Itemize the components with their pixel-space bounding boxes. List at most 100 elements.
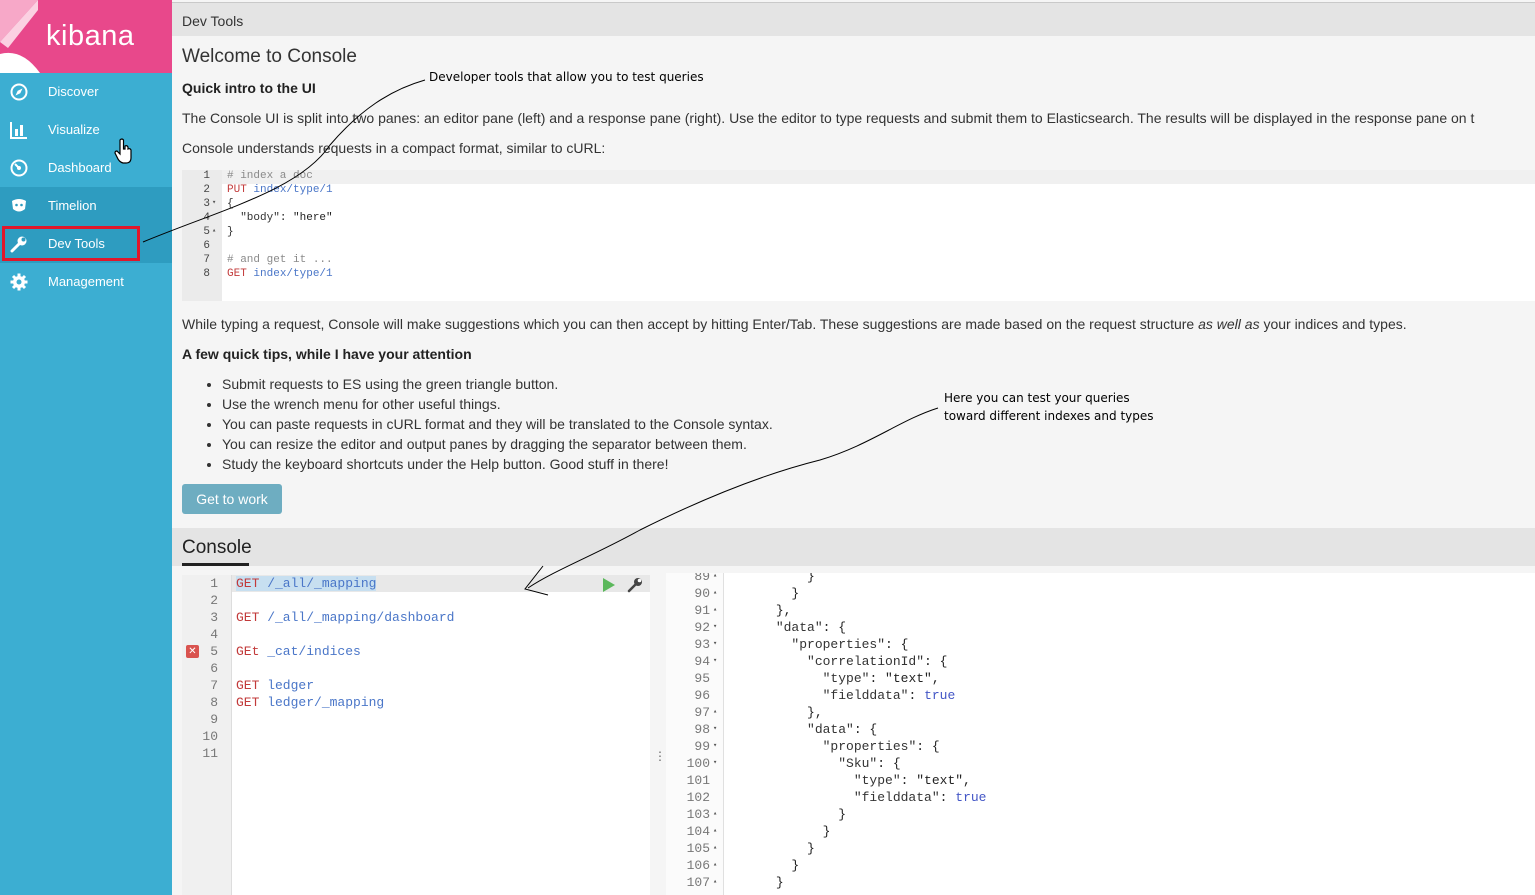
fold-marker[interactable]: ▴: [713, 704, 717, 721]
code-text-span: {: [227, 198, 234, 210]
json-value: }: [807, 573, 815, 584]
json-value: :: [908, 688, 925, 703]
fold-marker[interactable]: ▾: [713, 636, 717, 653]
sidebar-item-visualize[interactable]: Visualize: [0, 111, 172, 149]
sidebar-item-label: Visualize: [48, 122, 100, 137]
sidebar: kibana Discover Visualize Dashboard Time…: [0, 0, 172, 895]
response-line: 89 ▴ }: [666, 573, 1535, 585]
response-line: 94 ▾ "correlationId": {: [666, 653, 1535, 670]
fold-marker[interactable]: ▴: [713, 602, 717, 619]
fold-marker[interactable]: ▴: [713, 806, 717, 823]
app-header: Dev Tools: [172, 3, 1535, 36]
fold-marker[interactable]: ▴: [713, 573, 717, 585]
code-text: # and get it ...: [227, 254, 333, 266]
sidebar-item-dashboard[interactable]: Dashboard: [0, 149, 172, 187]
response-pane[interactable]: 89 ▴ } 90 ▴ } 91 ▴ }, 92 ▾ "data": {93 ▾ "proper…: [666, 573, 1535, 895]
fold-marker[interactable]: ▾: [713, 653, 717, 670]
code-text: # index a doc: [227, 170, 313, 182]
code-text: "fielddata": true: [729, 687, 956, 704]
line-number: 99: [694, 739, 710, 754]
json-key: "data": [807, 722, 854, 737]
response-line: 102 "fielddata": true: [666, 789, 1535, 806]
line-number: 5: [203, 226, 210, 238]
editor-line[interactable]: 7 GET ledger: [182, 677, 650, 694]
list-item: Submit requests to ES using the green tr…: [222, 375, 773, 395]
fold-marker[interactable]: ▾: [713, 755, 717, 772]
page-title: Dev Tools: [182, 13, 244, 29]
editor-line[interactable]: 11: [182, 745, 650, 762]
fold-marker[interactable]: ▴: [713, 874, 717, 891]
line-number: 95: [694, 671, 710, 686]
line-number: 90: [694, 586, 710, 601]
editor-line[interactable]: 6: [182, 660, 650, 677]
sidebar-item-timelion[interactable]: Timelion: [0, 187, 172, 225]
fold-marker[interactable]: ▴: [713, 857, 717, 874]
editor-line[interactable]: 10: [182, 728, 650, 745]
editor-line[interactable]: 4: [182, 626, 650, 643]
editor-line[interactable]: 8 GET ledger/_mapping: [182, 694, 650, 711]
response-line: 107 ▴ }: [666, 874, 1535, 891]
line-number: 102: [686, 790, 710, 805]
intro-heading: Quick intro to the UI: [182, 80, 316, 96]
json-key: "fielddata": [853, 790, 940, 805]
http-method: GET: [227, 268, 247, 280]
line-number: 9: [210, 712, 218, 727]
json-value: :: [939, 790, 956, 805]
list-item: You can resize the editor and output pan…: [222, 435, 773, 455]
code-text: GET ledger: [236, 677, 314, 694]
pane-resize-handle[interactable]: ⋮: [654, 750, 666, 762]
line-number: 103: [686, 807, 710, 822]
request-path: /_all/_mapping: [259, 576, 377, 591]
code-text: "data": {: [729, 721, 877, 738]
editor-line[interactable]: 2: [182, 592, 650, 609]
fold-marker[interactable]: ▾: [713, 738, 717, 755]
editor-line[interactable]: 9: [182, 711, 650, 728]
json-value: }: [838, 807, 847, 822]
dashboard-icon: [10, 159, 28, 177]
timelion-icon: [12, 199, 26, 212]
editor-line[interactable]: 3 GET /_all/_mapping/dashboard: [182, 609, 650, 626]
response-line: 105 ▴ }: [666, 840, 1535, 857]
sidebar-item-label: Discover: [48, 84, 99, 99]
line-number: 96: [694, 688, 710, 703]
console-title: Console: [182, 537, 252, 558]
sidebar-item-discover[interactable]: Discover: [0, 73, 172, 111]
code-text: },: [729, 602, 792, 619]
response-line: 92 ▾ "data": {: [666, 619, 1535, 636]
request-path: index/type/1: [246, 268, 333, 280]
json-key: "correlationId": [807, 654, 925, 669]
sidebar-item-management[interactable]: Management: [0, 263, 172, 301]
get-to-work-button[interactable]: Get to work: [182, 484, 282, 514]
json-key: "type": [853, 773, 901, 788]
response-line: 104 ▴ }: [666, 823, 1535, 840]
fold-marker[interactable]: ▴: [713, 840, 717, 857]
code-text: "fielddata": true: [729, 789, 987, 806]
kibana-logo[interactable]: kibana: [0, 0, 172, 73]
fold-marker[interactable]: ▾: [713, 619, 717, 636]
sidebar-item-label: Management: [48, 274, 124, 289]
fold-marker[interactable]: ▾: [713, 721, 717, 738]
line-number: 89: [694, 573, 710, 584]
line-number: 5: [210, 644, 218, 659]
http-method: GET: [236, 576, 260, 591]
tips-heading: A few quick tips, while I have your atte…: [182, 346, 472, 362]
line-number: 3: [203, 198, 210, 210]
request-editor[interactable]: 1 GET /_all/_mapping 2 3 GET /_all/_mapping/…: [182, 575, 650, 895]
code-text: }: [729, 585, 799, 602]
fold-marker[interactable]: ▴: [713, 585, 717, 602]
annotation-dev-tools: Developer tools that allow you to test q…: [429, 70, 704, 84]
line-number: 7: [210, 678, 218, 693]
line-number: 92: [694, 620, 710, 635]
console-header: Console: [172, 528, 1535, 566]
fold-marker[interactable]: ▴: [713, 823, 717, 840]
editor-line[interactable]: 1 GET /_all/_mapping: [182, 575, 650, 592]
sidebar-item-label: Dashboard: [48, 160, 112, 175]
editor-line[interactable]: ✕ 5 GEt _cat/indices: [182, 643, 650, 660]
wrench-menu-icon[interactable]: [627, 577, 643, 593]
list-item: You can paste requests in cURL format an…: [222, 415, 773, 435]
run-request-button[interactable]: [602, 578, 616, 592]
